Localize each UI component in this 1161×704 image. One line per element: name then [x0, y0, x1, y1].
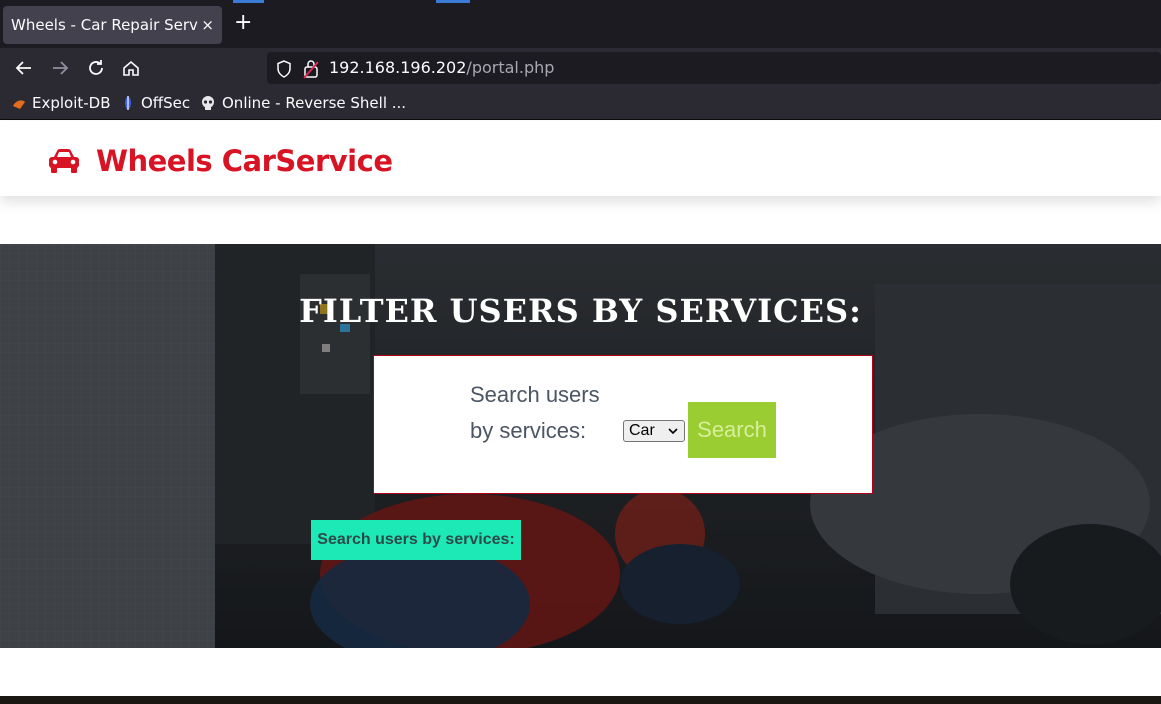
- bookmark-label: Exploit-DB: [32, 94, 111, 112]
- close-icon[interactable]: ×: [201, 16, 214, 34]
- skull-icon: [202, 96, 214, 110]
- tab-active[interactable]: Wheels - Car Repair Servic ×: [3, 6, 222, 44]
- bookmark-label: OffSec: [141, 94, 191, 112]
- select-value: Car: [629, 422, 655, 439]
- bookmark-exploit-db[interactable]: Exploit-DB: [12, 94, 111, 112]
- home-icon: [123, 60, 139, 76]
- new-tab-button[interactable]: +: [234, 12, 252, 34]
- tab-title: Wheels - Car Repair Servic: [11, 16, 199, 34]
- bookmark-label: Online - Reverse Shell ...: [222, 94, 407, 112]
- next-section-strip: [0, 696, 1161, 704]
- url-path: /portal.php: [466, 58, 555, 77]
- chevron-down-icon: [668, 421, 678, 447]
- arrow-right-icon: [53, 61, 69, 75]
- form-label: Search users by services:: [470, 382, 600, 443]
- back-button[interactable]: [13, 57, 35, 79]
- arrow-left-icon: [15, 61, 31, 75]
- home-button[interactable]: [120, 57, 142, 79]
- url-text[interactable]: 192.168.196.202/portal.php: [329, 58, 554, 77]
- tab-accent: [233, 0, 264, 3]
- url-host: 192.168.196.202: [329, 58, 467, 77]
- insecure-lock-icon[interactable]: [303, 59, 319, 79]
- result-badge: Search users by services:: [311, 520, 521, 560]
- tab-bar: Wheels - Car Repair Servic × +: [0, 0, 1161, 48]
- reload-icon: [89, 60, 103, 75]
- forward-button[interactable]: [49, 57, 71, 79]
- exploit-db-icon: [13, 100, 25, 109]
- brand-name: Wheels CarService: [96, 144, 393, 178]
- brand-logo[interactable]: Wheels CarService: [48, 144, 393, 178]
- page-title: FILTER USERS BY SERVICES:: [299, 292, 862, 330]
- bookmark-offsec[interactable]: OffSec: [121, 94, 190, 112]
- reload-button[interactable]: [85, 57, 107, 79]
- tab-accent: [436, 0, 470, 3]
- bookmarks-bar: Exploit-DB OffSec Online - Reverse Shell…: [0, 88, 1161, 120]
- bookmark-reverse-shell[interactable]: Online - Reverse Shell ...: [200, 94, 406, 112]
- search-button[interactable]: Search: [688, 402, 776, 458]
- shield-icon[interactable]: [276, 60, 292, 78]
- service-select[interactable]: Car: [623, 420, 685, 442]
- nav-bar: [0, 48, 1161, 88]
- offsec-icon: [125, 96, 131, 110]
- car-icon: [49, 149, 79, 173]
